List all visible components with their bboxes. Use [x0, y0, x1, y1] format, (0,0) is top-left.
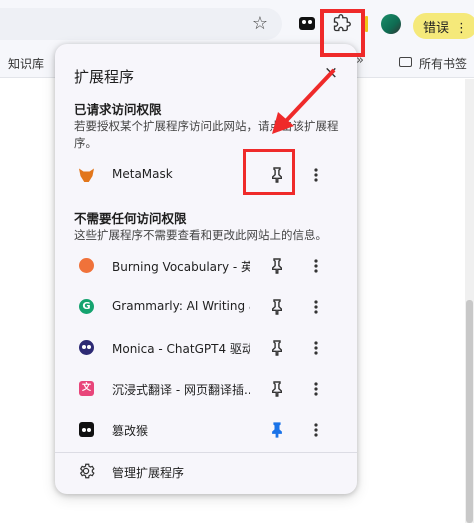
toolbar-separator [365, 16, 368, 32]
gear-icon [77, 462, 95, 480]
metamask-icon [79, 168, 94, 182]
no-access-section-heading: 不需要任何访问权限 [74, 211, 187, 226]
extension-name: MetaMask [112, 167, 173, 181]
tampermonkey-icon [79, 422, 94, 437]
extension-row-tampermonkey[interactable]: 篡改猴 [55, 410, 357, 450]
bookmark-star-icon[interactable]: ☆ [252, 13, 268, 34]
annotation-highlight-pin [243, 149, 295, 195]
popup-title: 扩展程序 [74, 68, 135, 86]
pinned-extension-icon[interactable] [298, 14, 316, 32]
divider [55, 452, 357, 453]
error-label: 错误 [423, 21, 450, 36]
error-button[interactable]: 错误 ⋮ [413, 13, 474, 39]
more-options-icon[interactable] [308, 256, 324, 276]
profile-avatar[interactable] [381, 14, 401, 34]
extension-row-grammarly[interactable]: G Grammarly: AI Writing a... [55, 287, 357, 327]
more-options-icon[interactable] [308, 379, 324, 399]
pin-icon[interactable] [267, 297, 287, 317]
no-access-section-description: 这些扩展程序不需要查看和更改此网站上的信息。 [74, 228, 327, 242]
requested-section-description: 若要授权某个扩展程序访问此网站，请点击该扩展程序。 [74, 119, 339, 150]
address-bar[interactable]: ☆ [0, 8, 282, 40]
extension-row-metamask[interactable]: MetaMask [55, 155, 357, 195]
extension-row-immersive-translate[interactable]: 文 沉浸式翻译 - 网页翻译插... [55, 369, 357, 409]
pin-icon[interactable] [267, 338, 287, 358]
requested-section-heading: 已请求访问权限 [74, 102, 162, 117]
extension-name: 沉浸式翻译 - 网页翻译插... [112, 383, 250, 397]
more-options-icon[interactable] [308, 420, 324, 440]
more-options-icon[interactable] [308, 338, 324, 358]
manage-extensions-label: 管理扩展程序 [112, 466, 185, 480]
bookmark-knowledge-base[interactable]: 知识库 [8, 55, 44, 72]
scrollbar-thumb[interactable] [466, 300, 473, 523]
more-options-icon[interactable] [308, 297, 324, 317]
grammarly-icon: G [79, 299, 94, 314]
folder-icon [399, 57, 412, 67]
extension-row-monica[interactable]: Monica - ChatGPT4 驱动... [55, 328, 357, 368]
pin-icon[interactable] [267, 256, 287, 276]
extensions-popup: 扩展程序 × 已请求访问权限 若要授权某个扩展程序访问此网站，请点击该扩展程序。… [55, 44, 357, 494]
menu-icon: ⋮ [455, 21, 469, 36]
annotation-highlight-extensions-button [320, 9, 365, 57]
extension-name: Monica - ChatGPT4 驱动... [112, 342, 250, 356]
monica-icon [79, 340, 94, 355]
browser-toolbar: ☆ 错误 ⋮ [0, 0, 474, 44]
close-icon[interactable]: × [321, 63, 341, 83]
extension-row-burning-vocabulary[interactable]: Burning Vocabulary - 英... [55, 246, 357, 286]
all-bookmarks-link[interactable]: 所有书签 [419, 55, 467, 72]
pin-icon[interactable] [267, 379, 287, 399]
pin-filled-icon[interactable] [267, 420, 287, 440]
more-options-icon[interactable] [308, 165, 324, 185]
immersive-translate-icon: 文 [79, 381, 94, 396]
manage-extensions-link[interactable]: 管理扩展程序 [55, 458, 357, 488]
extension-name: 篡改猴 [112, 424, 149, 438]
extension-name: Burning Vocabulary - 英... [112, 260, 250, 274]
burning-vocabulary-icon [79, 258, 94, 273]
extension-name: Grammarly: AI Writing a... [112, 299, 250, 313]
